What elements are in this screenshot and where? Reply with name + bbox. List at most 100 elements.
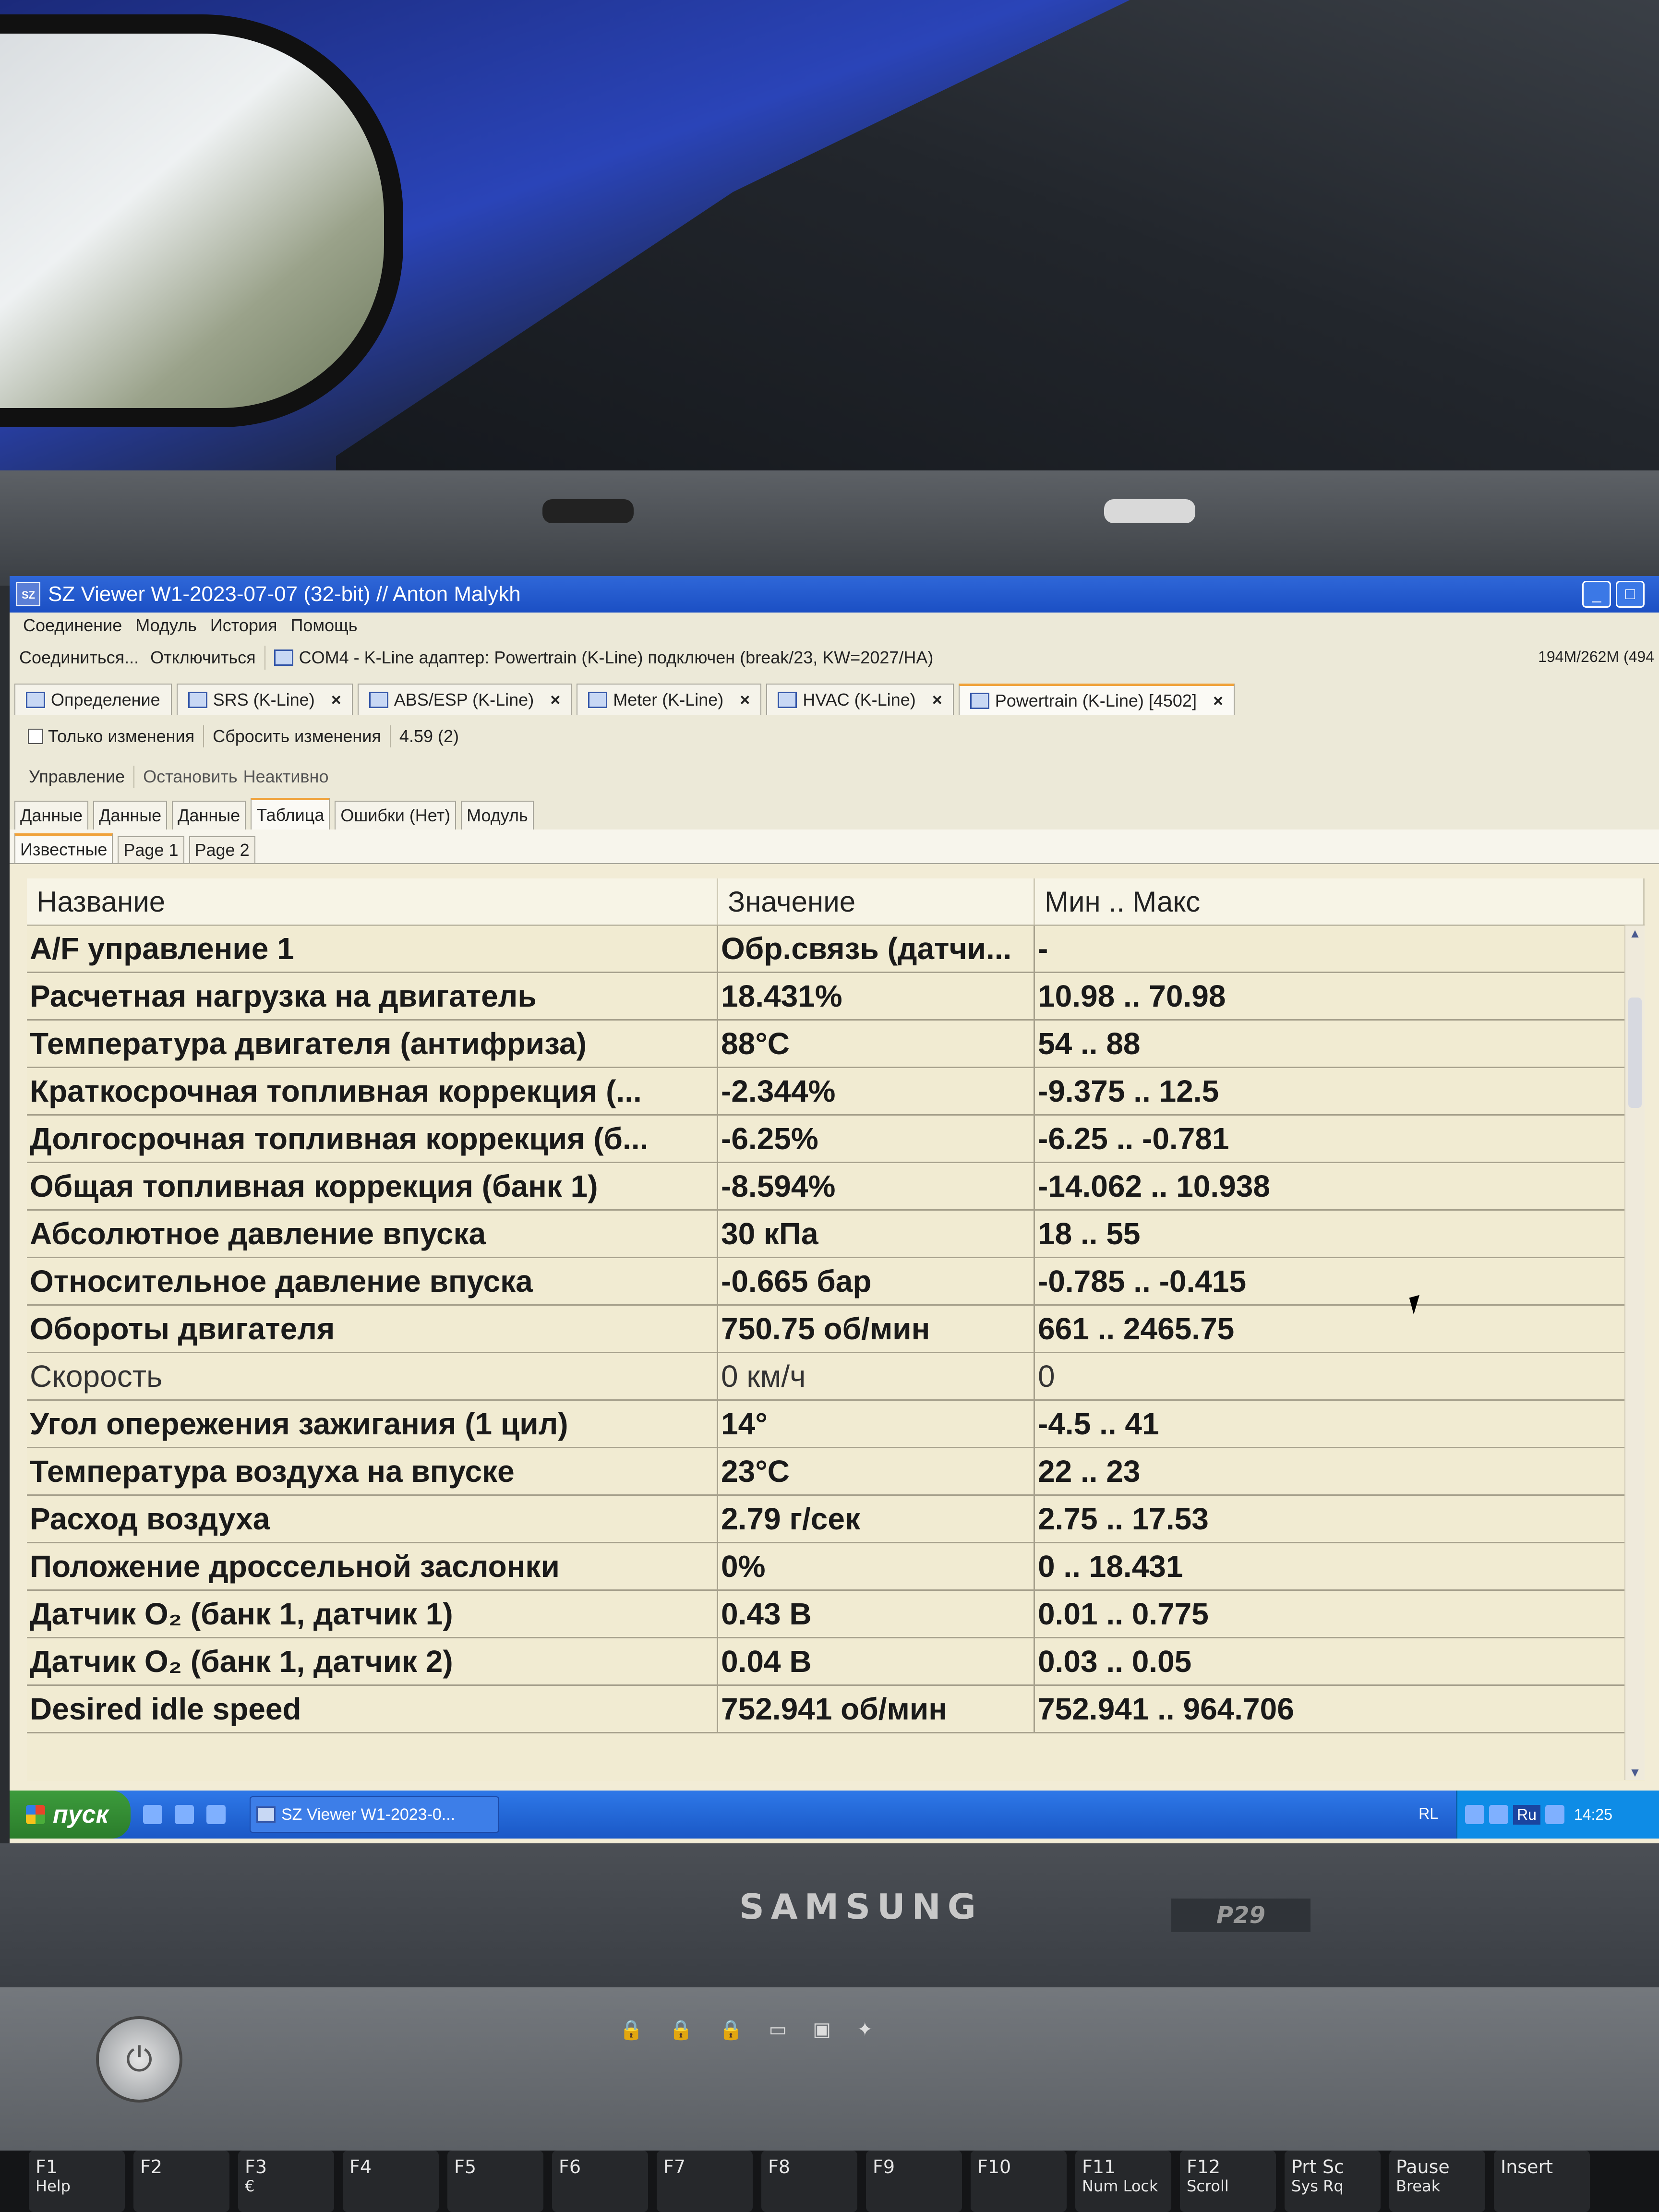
table-row[interactable]: Температура воздуха на впуске 23°C 22 .. 2… [27, 1448, 1645, 1496]
menu-history[interactable]: История [210, 615, 277, 636]
table-row[interactable]: Общая топливная коррекция (банк 1) -8.594… [27, 1163, 1645, 1211]
column-header-minmax[interactable]: Мин .. Макс [1035, 878, 1645, 925]
menu-connection[interactable]: Соединение [23, 615, 122, 636]
control-bar: Управление Остановить Неактивно [10, 757, 1659, 796]
key-label: Prt Sc [1291, 2156, 1344, 2177]
cell-value: 0.43 В [718, 1591, 1035, 1637]
lid-latch-right [1104, 499, 1195, 523]
minimize-button[interactable]: _ [1582, 581, 1611, 608]
table-row[interactable]: Скорость 0 км/ч 0 [27, 1353, 1645, 1401]
tab-definition[interactable]: Определение [14, 684, 172, 715]
close-icon[interactable]: × [1213, 691, 1223, 711]
table-row[interactable]: Расход воздуха 2.79 г/сек 2.75 .. 17.53 [27, 1496, 1645, 1543]
reset-changes-button[interactable]: Сбросить изменения [213, 726, 381, 746]
cell-name: Обороты двигателя [27, 1306, 718, 1352]
vertical-scrollbar[interactable]: ▲ ▼ [1624, 926, 1645, 1780]
key[interactable]: F7 [657, 2151, 753, 2212]
table-row[interactable]: A/F управление 1 Обр.связь (датчи... - [27, 926, 1645, 973]
cell-value: -8.594% [718, 1163, 1035, 1209]
key[interactable]: Insert [1494, 2151, 1590, 2212]
table-row[interactable]: Обороты двигателя 750.75 об/мин 661 .. 246… [27, 1306, 1645, 1353]
tab-page-1[interactable]: Page 1 [118, 836, 184, 863]
key[interactable]: F5 [447, 2151, 543, 2212]
tab-meter[interactable]: Meter (K-Line) × [577, 684, 762, 715]
table-row[interactable]: Относительное давление впуска -0.665 бар -… [27, 1258, 1645, 1306]
cell-value: 0 км/ч [718, 1353, 1035, 1399]
tab-data-1[interactable]: Данные [14, 801, 89, 830]
scroll-up-icon[interactable]: ▲ [1627, 926, 1643, 941]
quicklaunch-browser-icon[interactable] [206, 1805, 226, 1824]
tray-app-icon[interactable] [1545, 1805, 1564, 1824]
table-row[interactable]: Краткосрочная топливная коррекция (... -2… [27, 1068, 1645, 1116]
tab-abs-esp[interactable]: ABS/ESP (K-Line) × [357, 684, 572, 715]
table-row[interactable]: Угол опережения зажигания (1 цил) 14° -4.5… [27, 1401, 1645, 1448]
key-label: F12 [1187, 2156, 1221, 2177]
maximize-button[interactable]: □ [1616, 581, 1645, 608]
tray-volume-icon[interactable] [1489, 1805, 1508, 1824]
close-icon[interactable]: × [550, 690, 560, 710]
tab-errors[interactable]: Ошибки (Нет) [335, 801, 457, 830]
tab-data-2[interactable]: Данные [93, 801, 168, 830]
key[interactable]: Prt Sc Sys Rq [1285, 2151, 1381, 2212]
key[interactable]: F4 [343, 2151, 439, 2212]
key[interactable]: F9 [866, 2151, 962, 2212]
tab-srs[interactable]: SRS (K-Line) × [176, 684, 353, 715]
start-button[interactable]: пуск [10, 1791, 131, 1839]
window-titlebar[interactable]: SZ SZ Viewer W1-2023-07-07 (32-bit) // A… [10, 576, 1659, 613]
cell-name: Абсолютное давление впуска [27, 1211, 718, 1257]
close-icon[interactable]: × [331, 690, 341, 710]
key[interactable]: F6 [552, 2151, 648, 2212]
key[interactable]: F11 Num Lock [1075, 2151, 1171, 2212]
table-row[interactable]: Температура двигателя (антифриза) 88°C 54 … [27, 1021, 1645, 1068]
table-row[interactable]: Расчетная нагрузка на двигатель 18.431% 10… [27, 973, 1645, 1021]
key[interactable]: F1 Help [29, 2151, 125, 2212]
quicklaunch-desktop-icon[interactable] [174, 1805, 194, 1824]
table-row[interactable]: Долгосрочная топливная коррекция (б... -6… [27, 1116, 1645, 1163]
close-icon[interactable]: × [932, 690, 942, 710]
key[interactable]: F8 [761, 2151, 857, 2212]
cell-value: 88°C [718, 1021, 1035, 1067]
key-sublabel: € [245, 2177, 255, 2195]
only-changes-checkbox[interactable] [28, 729, 43, 744]
num-lock-led-icon: 🔒 [669, 2019, 693, 2041]
tab-page-2[interactable]: Page 2 [189, 836, 255, 863]
table-row[interactable]: Положение дроссельной заслонки 0% 0 .. 18.… [27, 1543, 1645, 1591]
stop-button[interactable]: Остановить [143, 767, 238, 787]
power-button-icon[interactable]: ⏻ [96, 2016, 182, 2103]
column-header-name[interactable]: Название [27, 878, 718, 925]
cell-minmax: -0.785 .. -0.415 [1035, 1258, 1645, 1304]
tab-powertrain[interactable]: Powertrain (K-Line) [4502] × [958, 684, 1235, 715]
options-bar: Только изменения Сбросить изменения 4.59… [10, 715, 1659, 757]
key[interactable]: F10 [971, 2151, 1067, 2212]
menu-module[interactable]: Модуль [135, 615, 197, 636]
module-icon [369, 692, 388, 708]
scroll-down-icon[interactable]: ▼ [1627, 1765, 1643, 1780]
language-indicator[interactable]: Ru [1513, 1804, 1540, 1825]
tab-data-3[interactable]: Данные [172, 801, 246, 830]
key[interactable]: F2 [133, 2151, 229, 2212]
quicklaunch-refresh-icon[interactable] [143, 1805, 162, 1824]
key-sublabel: Help [36, 2177, 71, 2195]
tab-module[interactable]: Модуль [461, 801, 534, 830]
key[interactable]: F12 Scroll [1180, 2151, 1276, 2212]
menu-help[interactable]: Помощь [291, 615, 358, 636]
adapter-icon [274, 649, 293, 666]
taskbar-window-button[interactable]: SZ Viewer W1-2023-0... [249, 1796, 499, 1833]
tab-hvac[interactable]: HVAC (K-Line) × [766, 684, 954, 715]
clock: 14:25 [1574, 1805, 1612, 1823]
tray-network-icon[interactable] [1465, 1805, 1484, 1824]
table-row[interactable]: Desired idle speed 752.941 об/мин 752.941 … [27, 1686, 1645, 1733]
key[interactable]: Pause Break [1389, 2151, 1485, 2212]
table-row[interactable]: Датчик O₂ (банк 1, датчик 1) 0.43 В 0.01 .… [27, 1591, 1645, 1638]
close-icon[interactable]: × [740, 690, 750, 710]
scrollbar-thumb[interactable] [1628, 998, 1642, 1108]
disconnect-button[interactable]: Отключиться [150, 648, 255, 668]
key[interactable]: F3 € [238, 2151, 334, 2212]
table-row[interactable]: Абсолютное давление впуска 30 кПа 18 .. 55 [27, 1211, 1645, 1258]
connect-button[interactable]: Соединиться... [19, 648, 139, 668]
toolbar-divider [203, 725, 204, 747]
table-row[interactable]: Датчик O₂ (банк 1, датчик 2) 0.04 В 0.03 .… [27, 1638, 1645, 1686]
tab-table[interactable]: Таблица [251, 798, 330, 830]
tab-known[interactable]: Известные [14, 833, 113, 863]
column-header-value[interactable]: Значение [718, 878, 1035, 925]
